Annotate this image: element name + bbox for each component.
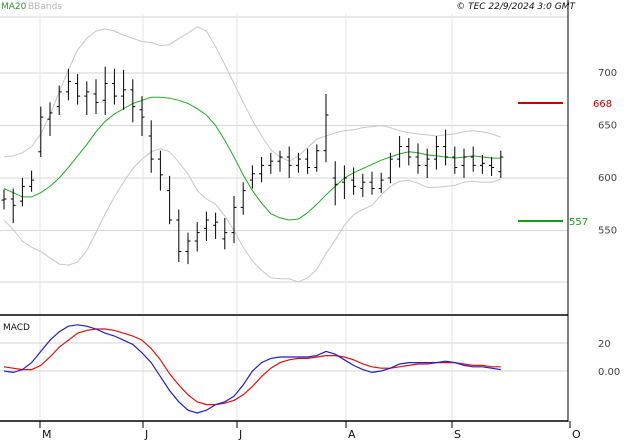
- ohlc-bar: [479, 154, 485, 174]
- ohlc-bar: [222, 217, 228, 250]
- price-tick-label: 650: [598, 121, 617, 132]
- ohlc-bar: [461, 148, 467, 178]
- macd-tick-label: 20: [598, 339, 611, 350]
- month-label: S: [454, 428, 461, 440]
- ohlc-bar: [29, 170, 35, 192]
- bbands-upper-line: [3, 26, 501, 162]
- ohlc-bar: [231, 195, 237, 244]
- price-tick-label: 550: [598, 226, 617, 237]
- ohlc-bar: [424, 148, 430, 178]
- ohlc-bar: [167, 175, 173, 225]
- ohlc-bar: [56, 85, 62, 115]
- macd-title: MACD: [3, 323, 30, 333]
- ohlc-bar: [203, 211, 209, 241]
- ohlc-bar: [38, 106, 44, 157]
- axis-labels: 668 557 550 600 650 700 0.00 20 M J J A S O: [42, 68, 620, 440]
- ohlc-bar: [433, 136, 439, 170]
- ohlc-bar: [157, 150, 163, 191]
- ohlc-bar: [452, 146, 458, 174]
- stock-chart: 668 557 550 600 650 700 0.00 20 M J J A S O MA20 BBan…: [0, 0, 620, 440]
- price-bars: [1, 66, 504, 265]
- month-label: A: [348, 428, 356, 440]
- signal-line: [3, 328, 501, 406]
- ma20-path: [3, 96, 501, 221]
- ohlc-bar: [1, 189, 7, 210]
- ohlc-bar: [213, 212, 219, 239]
- ohlc-bar: [369, 171, 375, 195]
- resistance-label: 668: [593, 99, 612, 110]
- ohlc-bar: [240, 182, 246, 215]
- ohlc-bar: [84, 81, 90, 115]
- ohlc-bar: [314, 144, 320, 172]
- ohlc-bar: [249, 165, 255, 189]
- ohlc-bar: [130, 79, 136, 123]
- ma20-line: [3, 96, 501, 221]
- ohlc-bar: [332, 161, 338, 206]
- ohlc-bar: [102, 66, 108, 115]
- copyright-text: © TEC 22/9/2024 3:0 GMT: [456, 2, 576, 12]
- ohlc-bar: [305, 148, 311, 174]
- ohlc-bar: [111, 68, 117, 105]
- ohlc-bar: [415, 143, 421, 174]
- ohlc-bar: [185, 232, 191, 265]
- grid: [0, 14, 568, 420]
- support-label: 557: [569, 217, 588, 228]
- legend-bbands: BBands: [28, 2, 62, 12]
- ohlc-bar: [498, 150, 504, 178]
- price-tick-label: 600: [598, 173, 617, 184]
- month-label: J: [238, 428, 242, 440]
- ohlc-bar: [121, 69, 127, 110]
- ohlc-bar: [19, 178, 25, 207]
- month-label: J: [144, 428, 148, 440]
- macd-line: [3, 324, 501, 414]
- ohlc-bar: [286, 146, 292, 178]
- ohlc-bar: [323, 94, 329, 163]
- price-tick-label: 700: [598, 68, 617, 79]
- ohlc-bar: [47, 102, 53, 136]
- ohlc-bar: [148, 120, 154, 173]
- ohlc-bar: [93, 79, 99, 114]
- ohlc-bar: [176, 209, 182, 262]
- macd-lines: [3, 324, 501, 414]
- ohlc-bar: [75, 74, 81, 105]
- ohlc-bar: [194, 222, 200, 252]
- month-label: M: [42, 428, 52, 440]
- ohlc-bar: [139, 96, 145, 136]
- month-label: O: [572, 428, 581, 440]
- ohlc-bar: [397, 136, 403, 168]
- ohlc-bar: [268, 152, 274, 174]
- chart-frame: [0, 0, 571, 428]
- macd-tick-label: 0.00: [598, 367, 620, 378]
- ohlc-bar: [470, 146, 476, 172]
- ohlc-bar: [360, 173, 366, 197]
- price-levels: [518, 102, 563, 222]
- ohlc-bar: [489, 157, 495, 176]
- legend-ma20: MA20: [1, 2, 27, 12]
- ohlc-bar: [378, 172, 384, 193]
- ohlc-bar: [277, 150, 283, 172]
- ohlc-bar: [295, 152, 301, 173]
